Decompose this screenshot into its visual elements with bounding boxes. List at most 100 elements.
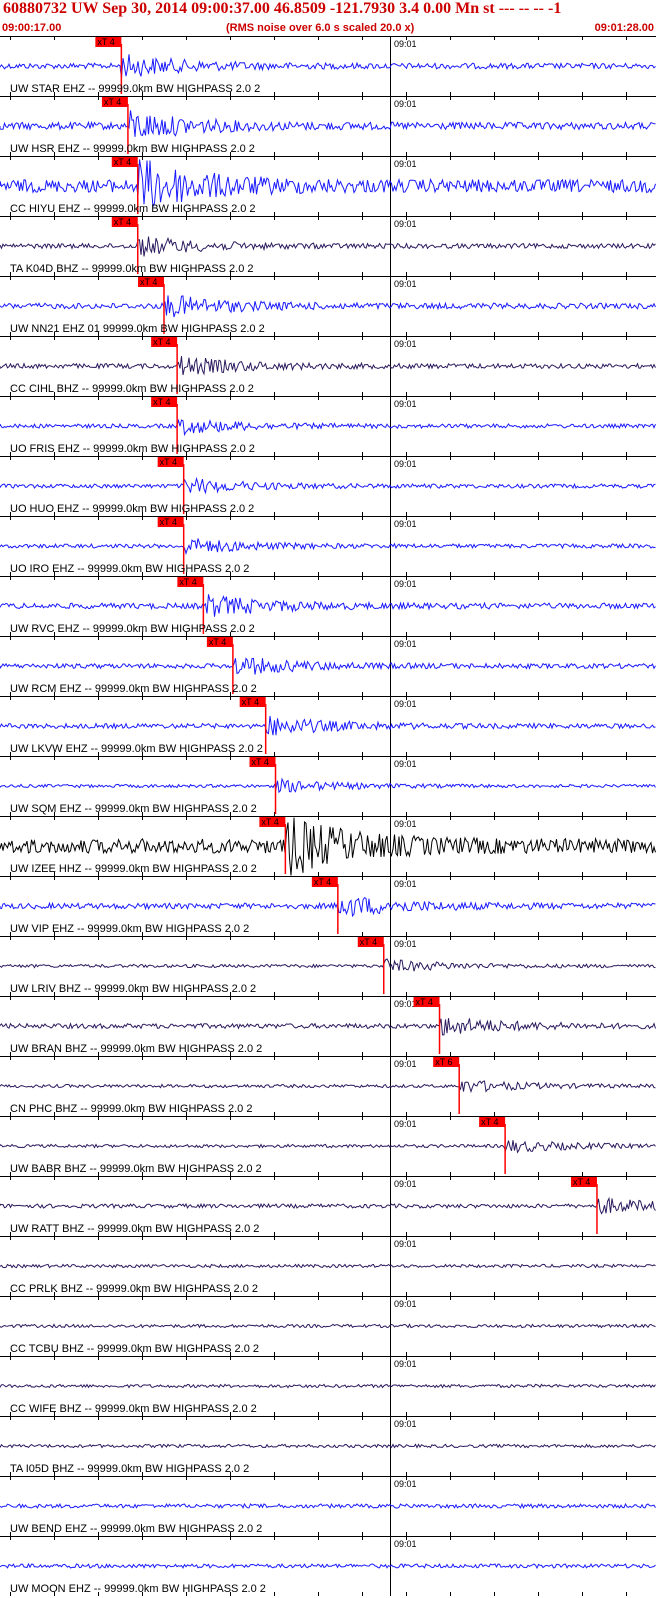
pick-marker-label: xT 4 bbox=[481, 1117, 498, 1127]
trace-row: 09:01 xT 4 UW HSR EHZ -- 99999.0km BW HIGH… bbox=[0, 96, 656, 156]
trace-row: 09:01 xT 4 UO IRO EHZ -- 99999.0km BW HIGH… bbox=[0, 516, 656, 576]
waveform bbox=[0, 418, 656, 437]
waveform bbox=[0, 1196, 656, 1215]
waveform bbox=[0, 356, 656, 376]
time-tick-label: 09:01 bbox=[394, 639, 417, 649]
trace-row: 09:01 UW MOON EHZ -- 99999.0km BW HIGHPAS… bbox=[0, 1536, 656, 1596]
trace-label: TA I05D BHZ -- 99999.0km BW HIGHPASS 2.0… bbox=[10, 1463, 249, 1475]
trace-row: 09:01 TA I05D BHZ -- 99999.0km BW HIGHPAS… bbox=[0, 1416, 656, 1476]
trace-label: UW RATT BHZ -- 99999.0km BW HIGHPASS 2.0… bbox=[10, 1223, 259, 1235]
end-time: 09:01:28.00 bbox=[594, 22, 654, 34]
time-tick-label: 09:01 bbox=[394, 1419, 417, 1429]
trace-row: 09:01 xT 4 UW BABR BHZ -- 99999.0km BW HIG… bbox=[0, 1116, 656, 1176]
waveform bbox=[0, 958, 656, 972]
waveform bbox=[0, 159, 656, 207]
pick-marker-label: xT 4 bbox=[261, 817, 278, 827]
trace-label: UW LRIV BHZ -- 99999.0km BW HIGHPASS 2.0… bbox=[10, 983, 256, 995]
trace-label: CN PHC BHZ -- 99999.0km BW HIGHPASS 2.0 … bbox=[10, 1103, 252, 1115]
trace-row: 09:01 xT 4 UW NN21 EHZ 01 99999.0km BW HIG… bbox=[0, 276, 656, 336]
waveform bbox=[0, 777, 656, 794]
trace-label: CC HIYU EHZ -- 99999.0km BW HIGHPASS 2.0… bbox=[10, 203, 256, 215]
waveform bbox=[0, 295, 656, 318]
time-tick-label: 09:01 bbox=[394, 579, 417, 589]
trace-label: UW STAR EHZ -- 99999.0km BW HIGHPASS 2.0… bbox=[10, 83, 260, 95]
trace-row: 09:01 xT 4 UW RATT BHZ -- 99999.0km BW HIG… bbox=[0, 1176, 656, 1236]
trace-label: UW SQM EHZ -- 99999.0km BW HIGHPASS 2.0 … bbox=[10, 803, 257, 815]
waveform bbox=[0, 896, 656, 918]
waveform bbox=[0, 236, 656, 257]
time-tick-label: 09:01 bbox=[394, 1479, 417, 1489]
waveform bbox=[0, 1443, 656, 1449]
time-tick-label: 09:01 bbox=[394, 1359, 417, 1369]
pick-marker-label: xT 4 bbox=[160, 457, 177, 467]
time-tick-label: 09:01 bbox=[394, 459, 417, 469]
trace-row: 09:01 xT 4 UW VIP EHZ -- 99999.0km BW HIGH… bbox=[0, 876, 656, 936]
start-time: 09:00:17.00 bbox=[2, 22, 62, 34]
trace-row: 09:01 xT 4 TA K04D BHZ -- 99999.0km BW HIG… bbox=[0, 216, 656, 276]
waveform bbox=[0, 1323, 656, 1329]
time-tick-label: 09:01 bbox=[394, 39, 417, 49]
waveform bbox=[0, 1383, 656, 1389]
trace-label: UO IRO EHZ -- 99999.0km BW HIGHPASS 2.0 … bbox=[10, 563, 249, 575]
trace-label: UW MOON EHZ -- 99999.0km BW HIGHPASS 2.0… bbox=[10, 1583, 266, 1595]
time-tick-label: 09:01 bbox=[394, 399, 417, 409]
waveform bbox=[0, 476, 656, 495]
trace-row: 09:01xT 4 UW BRAN BHZ -- 99999.0km BW HIG… bbox=[0, 996, 656, 1056]
time-tick-label: 09:01 bbox=[394, 219, 417, 229]
waveform bbox=[0, 1080, 656, 1094]
time-tick-label: 09:01 bbox=[394, 519, 417, 529]
time-tick-label: 09:01 bbox=[394, 279, 417, 289]
trace-label: CC WIFE BHZ -- 99999.0km BW HIGHPASS 2.0… bbox=[10, 1403, 257, 1415]
trace-row: 09:01 xT 4 UO HUO EHZ -- 99999.0km BW HIGH… bbox=[0, 456, 656, 516]
header: 60880732 UW Sep 30, 2014 09:00:37.00 46.… bbox=[0, 0, 656, 36]
trace-row: 09:01 xT 4 UW SQM EHZ -- 99999.0km BW HIGH… bbox=[0, 756, 656, 816]
trace-label: UO HUO EHZ -- 99999.0km BW HIGHPASS 2.0 … bbox=[10, 503, 254, 515]
trace-label: UW LKVW EHZ -- 99999.0km BW HIGHPASS 2.0… bbox=[10, 743, 263, 755]
time-tick-label: 09:01 bbox=[394, 999, 417, 1009]
waveform bbox=[0, 538, 656, 556]
trace-row: 09:01 xT 4 UW LKVW EHZ -- 99999.0km BW HIG… bbox=[0, 696, 656, 756]
time-tick-label: 09:01 bbox=[394, 1239, 417, 1249]
time-tick-label: 09:01 bbox=[394, 1119, 417, 1129]
pick-marker-label: xT 4 bbox=[153, 397, 170, 407]
trace-label: UW RCM EHZ -- 99999.0km BW HIGHPASS 2.0 … bbox=[10, 683, 257, 695]
trace-row: 09:01 xT 4 UW RVC EHZ -- 99999.0km BW HIGH… bbox=[0, 576, 656, 636]
pick-marker-label: xT 4 bbox=[360, 937, 377, 947]
trace-row: 09:01 xT 6 CN PHC BHZ -- 99999.0km BW HIGH… bbox=[0, 1056, 656, 1116]
seismogram-plot: 09:01 xT 4 UW STAR EHZ -- 99999.0km BW HIG… bbox=[0, 36, 656, 1596]
trace-row: 09:01 UW BEND EHZ -- 99999.0km BW HIGHPAS… bbox=[0, 1476, 656, 1536]
trace-label: UW RVC EHZ -- 99999.0km BW HIGHPASS 2.0 … bbox=[10, 623, 255, 635]
trace-label: UW VIP EHZ -- 99999.0km BW HIGHPASS 2.0 … bbox=[10, 923, 249, 935]
pick-marker-label: xT 4 bbox=[114, 217, 131, 227]
trace-label: UW BRAN BHZ -- 99999.0km BW HIGHPASS 2.0… bbox=[10, 1043, 262, 1055]
trace-row: 09:01 xT 4 CC HIYU EHZ -- 99999.0km BW HIG… bbox=[0, 156, 656, 216]
time-tick-label: 09:01 bbox=[394, 1299, 417, 1309]
time-tick-label: 09:01 bbox=[394, 939, 417, 949]
pick-marker-label: xT 4 bbox=[252, 757, 269, 767]
time-tick-label: 09:01 bbox=[394, 879, 417, 889]
time-tick-label: 09:01 bbox=[394, 1539, 417, 1549]
trace-label: UW BEND EHZ -- 99999.0km BW HIGHPASS 2.0… bbox=[10, 1523, 262, 1535]
time-tick-label: 09:01 bbox=[394, 699, 417, 709]
trace-label: UO FRIS EHZ -- 99999.0km BW HIGHPASS 2.0… bbox=[10, 443, 255, 455]
time-tick-label: 09:01 bbox=[394, 1059, 417, 1069]
trace-label: TA K04D BHZ -- 99999.0km BW HIGHPASS 2.0… bbox=[10, 263, 254, 275]
time-tick-label: 09:01 bbox=[394, 1179, 417, 1189]
trace-row: 09:01 CC PRLK BHZ -- 99999.0km BW HIGHPAS… bbox=[0, 1236, 656, 1296]
time-tick-label: 09:01 bbox=[394, 759, 417, 769]
trace-label: CC PRLK BHZ -- 99999.0km BW HIGHPASS 2.0… bbox=[10, 1283, 258, 1295]
pick-marker-label: xT 6 bbox=[435, 1057, 452, 1067]
waveform bbox=[0, 594, 656, 617]
trace-row: 09:01 xT 4 CC CIHL BHZ -- 99999.0km BW HIG… bbox=[0, 336, 656, 396]
event-title: 60880732 UW Sep 30, 2014 09:00:37.00 46.… bbox=[3, 0, 562, 17]
time-tick-label: 09:01 bbox=[394, 99, 417, 109]
trace-label: UW BABR BHZ -- 99999.0km BW HIGHPASS 2.0… bbox=[10, 1163, 262, 1175]
waveform bbox=[0, 1018, 656, 1036]
trace-label: CC CIHL BHZ -- 99999.0km BW HIGHPASS 2.0… bbox=[10, 383, 254, 395]
trace-row: 09:01 xT 4 UO FRIS EHZ -- 99999.0km BW HIG… bbox=[0, 396, 656, 456]
trace-row: 09:01 CC TCBU BHZ -- 99999.0km BW HIGHPAS… bbox=[0, 1296, 656, 1356]
pick-marker-label: xT 4 bbox=[97, 37, 114, 47]
waveform bbox=[0, 1562, 656, 1570]
trace-label: UW NN21 EHZ 01 99999.0km BW HIGHPASS 2.0… bbox=[10, 323, 265, 335]
waveform bbox=[0, 110, 656, 137]
